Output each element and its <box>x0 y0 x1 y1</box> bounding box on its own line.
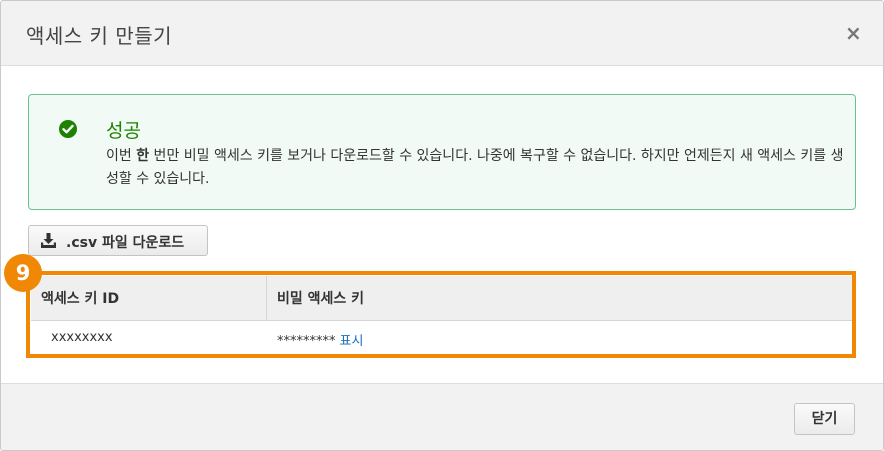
dialog-header: 액세스 키 만들기 × <box>1 1 883 66</box>
secret-access-key-cell: ********* 표시 <box>277 330 363 349</box>
alert-message-post: 번만 비밀 액세스 키를 보거나 다운로드할 수 있습니다. 나중에 복구할 수… <box>106 148 844 187</box>
close-button[interactable]: 닫기 <box>794 403 855 435</box>
download-icon <box>41 233 56 248</box>
column-divider <box>266 276 267 320</box>
access-key-table: 액세스 키 ID 비밀 액세스 키 xxxxxxxx ********* 표시 <box>31 276 853 355</box>
callout-number-badge: 9 <box>4 254 42 292</box>
alert-message-pre: 이번 <box>106 148 137 164</box>
success-alert: 성공 이번 한 번만 비밀 액세스 키를 보거나 다운로드할 수 있습니다. 나… <box>28 94 856 210</box>
dialog-title: 액세스 키 만들기 <box>26 24 173 48</box>
check-circle-icon <box>59 120 77 138</box>
alert-title: 성공 <box>106 120 141 142</box>
create-access-key-dialog: 액세스 키 만들기 × 성공 이번 한 번만 비밀 액세스 키를 보거나 다운로… <box>0 0 884 451</box>
column-header-access-key-id: 액세스 키 ID <box>41 291 120 307</box>
table-header: 액세스 키 ID 비밀 액세스 키 <box>31 276 853 321</box>
download-csv-button[interactable]: .csv 파일 다운로드 <box>28 225 208 256</box>
show-secret-link[interactable]: 표시 <box>340 334 364 349</box>
alert-message-bold: 한 <box>136 148 150 164</box>
download-csv-label: .csv 파일 다운로드 <box>66 235 185 251</box>
secret-key-masked: ********* <box>277 334 336 349</box>
column-header-secret-access-key: 비밀 액세스 키 <box>277 291 365 307</box>
close-icon[interactable]: × <box>845 23 862 43</box>
access-key-id-value: xxxxxxxx <box>51 330 113 345</box>
dialog-footer: 닫기 <box>1 383 883 450</box>
alert-message: 이번 한 번만 비밀 액세스 키를 보거나 다운로드할 수 있습니다. 나중에 … <box>106 145 846 191</box>
